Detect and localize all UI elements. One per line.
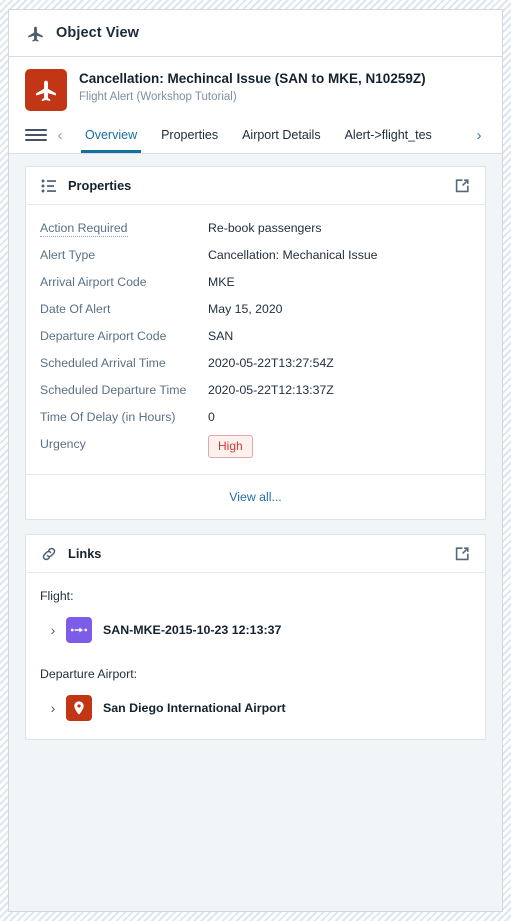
tab-label: Overview (85, 128, 138, 142)
status-badge: High (208, 435, 253, 458)
property-label: Arrival Airport Code (40, 275, 147, 289)
property-label: Urgency (40, 437, 86, 451)
object-view-title: Object View (56, 25, 140, 41)
tab-label: Airport Details (242, 128, 321, 142)
tab-label: Alert->flight_tes (344, 128, 432, 142)
links-card-title: Links (68, 546, 102, 561)
object-title: Cancellation: Mechincal Issue (SAN to MK… (79, 71, 426, 86)
property-label: Date Of Alert (40, 302, 111, 316)
property-row: Date Of Alert May 15, 2020 (26, 300, 485, 318)
chevron-right-icon[interactable]: › (40, 622, 66, 638)
chevron-right-icon[interactable]: › (40, 700, 66, 716)
content-area: Properties Action Required Re-book passe… (9, 154, 502, 911)
chevron-right-icon[interactable]: › (466, 117, 492, 153)
link-group-label: Departure Airport: (40, 667, 138, 681)
link-item-label[interactable]: SAN-MKE-2015-10-23 12:13:37 (103, 623, 281, 637)
links-card-header: Links (26, 535, 485, 573)
property-label: Action Required (40, 221, 128, 237)
chevron-left-icon[interactable]: ‹ (47, 117, 73, 153)
property-value: 0 (208, 410, 215, 424)
properties-card-title: Properties (68, 178, 132, 193)
links-card: Links Flight: › SAN-MKE-2015-10-23 12:13… (25, 534, 486, 740)
properties-card: Properties Action Required Re-book passe… (25, 166, 486, 520)
property-value: SAN (208, 329, 234, 343)
object-view-panel: Object View Cancellation: Mechincal Issu… (8, 9, 503, 912)
property-row: Action Required Re-book passengers (26, 219, 485, 237)
airplane-icon (33, 77, 59, 103)
links-list: Flight: › SAN-MKE-2015-10-23 12:13:37 De… (26, 573, 485, 739)
properties-card-footer: View all... (26, 474, 485, 519)
tab-list: Overview Properties Airport Details Aler… (73, 117, 466, 153)
hamburger-menu-icon[interactable] (25, 117, 47, 153)
property-value: Cancellation: Mechanical Issue (208, 248, 378, 262)
property-label: Scheduled Arrival Time (40, 356, 166, 370)
link-group-label: Flight: (40, 589, 74, 603)
properties-list: Action Required Re-book passengers Alert… (26, 205, 485, 474)
property-row: Urgency High (26, 435, 485, 458)
property-label: Departure Airport Code (40, 329, 167, 343)
property-value: Re-book passengers (208, 221, 322, 235)
property-row: Alert Type Cancellation: Mechanical Issu… (26, 246, 485, 264)
property-value: May 15, 2020 (208, 302, 283, 316)
link-chain-icon (40, 545, 58, 563)
flight-route-icon (66, 617, 92, 643)
property-row: Arrival Airport Code MKE (26, 273, 485, 291)
property-row: Time Of Delay (in Hours) 0 (26, 408, 485, 426)
property-value: MKE (208, 275, 235, 289)
tab-alert-flight-test[interactable]: Alert->flight_tes (333, 117, 444, 153)
property-label: Scheduled Departure Time (40, 383, 187, 397)
tab-airport-details[interactable]: Airport Details (230, 117, 333, 153)
external-link-icon[interactable] (453, 545, 471, 563)
tab-bar: ‹ Overview Properties Airport Details Al… (9, 117, 502, 154)
map-pin-icon (66, 695, 92, 721)
property-row: Departure Airport Code SAN (26, 327, 485, 345)
list-item[interactable]: › SAN-MKE-2015-10-23 12:13:37 (40, 617, 471, 643)
property-row: Scheduled Arrival Time 2020-05-22T13:27:… (26, 354, 485, 372)
external-link-icon[interactable] (453, 177, 471, 195)
property-value: 2020-05-22T13:27:54Z (208, 356, 334, 370)
tab-overview[interactable]: Overview (73, 117, 149, 153)
property-row: Scheduled Departure Time 2020-05-22T12:1… (26, 381, 485, 399)
object-header: Cancellation: Mechincal Issue (SAN to MK… (9, 57, 502, 111)
property-value: High (208, 435, 471, 458)
property-label: Time Of Delay (in Hours) (40, 410, 176, 424)
link-item-label[interactable]: San Diego International Airport (103, 701, 286, 715)
property-label: Alert Type (40, 248, 96, 262)
object-avatar (25, 69, 67, 111)
object-subtitle: Flight Alert (Workshop Tutorial) (79, 91, 237, 103)
property-value: 2020-05-22T12:13:37Z (208, 383, 334, 397)
view-all-link[interactable]: View all... (229, 490, 281, 504)
list-item[interactable]: › San Diego International Airport (40, 695, 471, 721)
object-view-header: Object View (9, 10, 502, 57)
tab-label: Properties (161, 128, 219, 142)
properties-card-header: Properties (26, 167, 485, 205)
list-icon (40, 177, 58, 195)
tab-properties[interactable]: Properties (149, 117, 230, 153)
airplane-icon (25, 23, 45, 43)
